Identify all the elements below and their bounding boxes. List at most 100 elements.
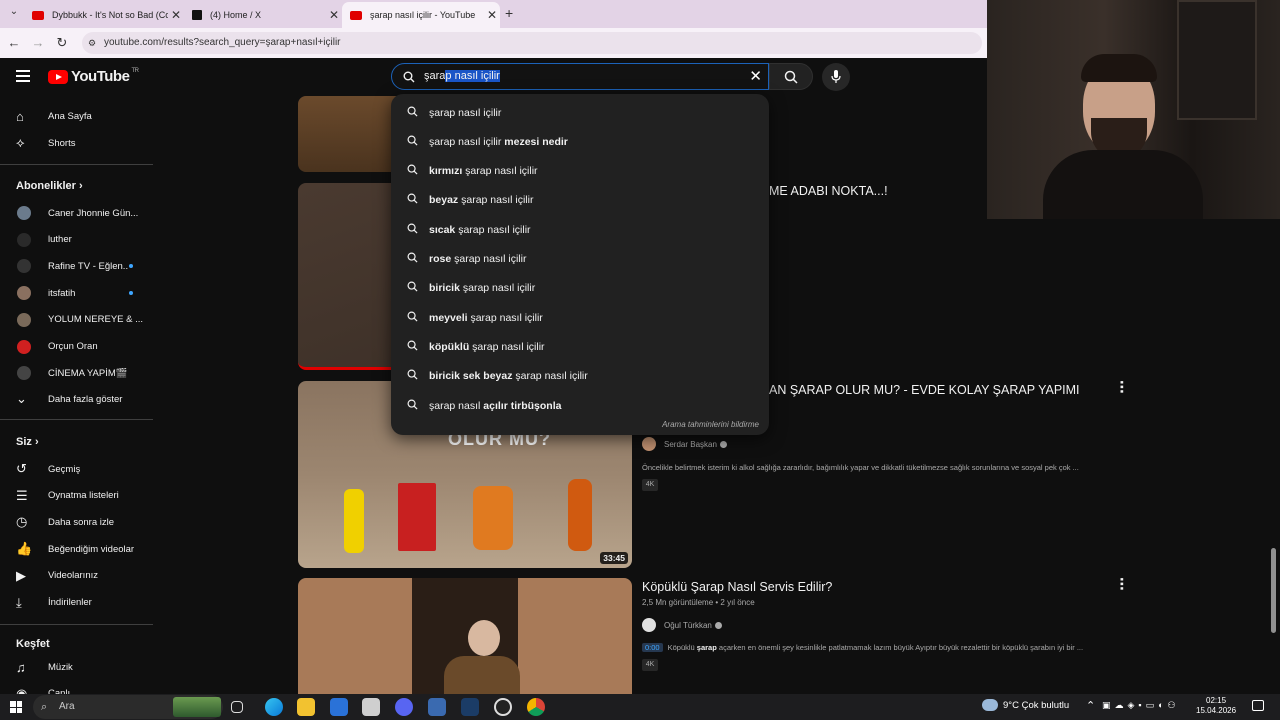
edge-browser-icon[interactable] <box>265 698 283 716</box>
tab-dybbukk[interactable]: Dybbukk - It's Not so Bad (Cov ✕ <box>24 2 184 28</box>
mail-icon[interactable] <box>330 698 348 716</box>
search-suggestion[interactable]: biricik sek beyaz şarap nasıl içilir <box>391 362 769 391</box>
sidebar-item-shorts[interactable]: ⟡ Shorts <box>0 130 155 156</box>
reload-icon[interactable]: ↻ <box>54 35 70 51</box>
channel-info[interactable]: Oğul Türkkan <box>642 618 722 632</box>
tab-youtube-search[interactable]: şarap nasıl içilir - YouTube ✕ <box>342 2 500 28</box>
search-suggestion[interactable]: şarap nasıl içilir <box>391 98 769 127</box>
desc-post: açarken en önemli şey kesinlikle patlatm… <box>716 643 1084 652</box>
tab-x-home[interactable]: (4) Home / X ✕ <box>184 2 342 28</box>
app-icon[interactable] <box>428 698 446 716</box>
sidebar-item-you[interactable]: ⤓ İndirilenler <box>0 590 155 616</box>
suggestion-suffix: açılır tirbüşonla <box>483 399 562 412</box>
search-suggestion[interactable]: şarap nasıl içilir mezesi nedir <box>391 127 769 156</box>
suggestion-prefix: biricik <box>429 282 460 295</box>
page-scrollbar[interactable] <box>1271 548 1276 633</box>
thumbnail-person <box>468 620 500 656</box>
clear-search-icon[interactable]: ✕ <box>749 67 762 85</box>
thumbnail-bottles <box>473 486 513 550</box>
shorts-icon: ⟡ <box>16 135 25 150</box>
search-suggestion[interactable]: meyveli şarap nasıl içilir <box>391 303 769 332</box>
tab-close-icon[interactable]: ✕ <box>168 8 184 22</box>
search-button[interactable] <box>769 63 813 90</box>
chrome-icon[interactable] <box>527 698 545 716</box>
sidebar-item-subscription[interactable]: luther <box>0 227 155 253</box>
search-suggestion[interactable]: köpüklü şarap nasıl içilir <box>391 332 769 361</box>
windows-start-icon[interactable] <box>10 701 22 713</box>
system-clock[interactable]: 02:15 15.04.2026 <box>1196 696 1236 716</box>
suggestion-prefix: biricik sek beyaz <box>429 370 513 383</box>
tab-list-chevron-icon[interactable]: ⌄ <box>6 6 22 17</box>
chevron-down-icon: ⌄ <box>16 391 27 406</box>
tab-close-icon[interactable]: ✕ <box>326 8 342 22</box>
show-more-button[interactable]: ⌄ Daha fazla göster <box>0 386 155 412</box>
sidebar-item-you[interactable]: 👍 Beğendiğim videolar <box>0 536 155 562</box>
suggestion-text: kırmızı şarap nasıl içilir <box>429 165 538 177</box>
sidebar-item-home[interactable]: ⌂ Ana Sayfa <box>0 103 155 129</box>
weather-widget[interactable]: 9°C Çok bulutlu <box>1003 700 1069 711</box>
discord-icon[interactable] <box>395 698 413 716</box>
search-icon <box>391 399 429 413</box>
tray-icons[interactable]: ▣☁◈▪▭◐⚇ <box>1102 700 1180 711</box>
voice-search-button[interactable] <box>822 63 850 91</box>
new-tab-button[interactable]: + <box>505 5 513 21</box>
sidebar-item-subscription[interactable]: CİNEMA YAPİM🎬 <box>0 360 155 386</box>
back-arrow-icon[interactable]: ← <box>6 35 22 50</box>
sidebar-item-subscription[interactable]: YOLUM NEREYE & ... <box>0 307 155 333</box>
file-explorer-icon[interactable] <box>297 698 315 716</box>
sidebar-item-you[interactable]: ☰ Oynatma listeleri <box>0 483 155 509</box>
you-header[interactable]: Siz › <box>16 436 39 448</box>
more-options-icon[interactable]: ⋯ <box>1114 577 1130 591</box>
report-predictions-link[interactable]: Arama tahminlerini bildirme <box>662 420 759 429</box>
sidebar-item-you[interactable]: ↺ Geçmiş <box>0 456 155 482</box>
suggestion-text: biricik sek beyaz şarap nasıl içilir <box>429 370 588 382</box>
video-thumbnail[interactable] <box>298 578 632 694</box>
taskbar-search[interactable]: ⌕ Ara <box>33 695 223 719</box>
sidebar-item-subscription[interactable]: Caner Jhonnie Gün... <box>0 200 155 226</box>
video-title[interactable]: AN ŞARAP OLUR MU? - EVDE KOLAY ŞARAP YAP… <box>769 383 1080 397</box>
task-view-icon[interactable] <box>231 701 243 713</box>
site-info-icon[interactable]: ⚙ <box>88 32 96 54</box>
tray-chevron-icon[interactable]: ⌃ <box>1086 699 1095 712</box>
sidebar-item-subscription[interactable]: itsfatih <box>0 280 155 306</box>
video-title[interactable]: ME ADABI NOKTA...! <box>769 184 888 198</box>
youtube-logo[interactable]: YouTube TR <box>48 68 139 85</box>
channel-info[interactable]: Serdar Başkan <box>642 437 727 451</box>
tab-close-icon[interactable]: ✕ <box>484 8 500 22</box>
search-highlight-icon <box>173 697 221 717</box>
search-suggestion[interactable]: sıcak şarap nasıl içilir <box>391 215 769 244</box>
webcam-window <box>1177 0 1257 120</box>
search-suggestion[interactable]: kırmızı şarap nasıl içilir <box>391 157 769 186</box>
sidebar-item-subscription[interactable]: Orçun Oran <box>0 334 155 360</box>
downloads-icon: ⤓ <box>16 594 22 610</box>
search-input[interactable]: şarap nasıl içilir ✕ <box>391 63 769 90</box>
suggestion-text: beyaz şarap nasıl içilir <box>429 194 533 206</box>
notes-icon[interactable] <box>362 698 380 716</box>
subscriptions-header[interactable]: Abonelikler › <box>16 180 83 192</box>
sidebar-item-explore[interactable]: ♫ Müzik <box>0 654 155 680</box>
search-suggestion[interactable]: beyaz şarap nasıl içilir <box>391 186 769 215</box>
verified-icon <box>714 621 722 629</box>
avatar <box>17 312 31 327</box>
search-suggestion[interactable]: biricik şarap nasıl içilir <box>391 274 769 303</box>
address-bar[interactable]: ⚙ youtube.com/results?search_query=şarap… <box>82 32 982 54</box>
obs-icon[interactable] <box>494 698 512 716</box>
new-content-dot <box>129 264 133 269</box>
suggestion-text: şarap nasıl açılır tirbüşonla <box>429 400 561 412</box>
more-options-icon[interactable]: ⋯ <box>1114 380 1130 394</box>
video-title[interactable]: Köpüklü Şarap Nasıl Servis Edilir? <box>642 580 832 594</box>
chapter-timestamp[interactable]: 0:00 <box>642 643 663 652</box>
search-suggestion[interactable]: rose şarap nasıl içilir <box>391 245 769 274</box>
suggestion-base: şarap nasıl içilir <box>512 370 588 383</box>
forward-arrow-icon[interactable]: → <box>30 35 46 50</box>
sidebar-item-subscription[interactable]: Rafine TV - Eğlen... <box>0 253 155 279</box>
search-suggestion[interactable]: şarap nasıl açılır tirbüşonla <box>391 391 769 420</box>
weather-cloud-icon <box>982 699 998 711</box>
subscription-name: YOLUM NEREYE & ... <box>48 314 144 326</box>
sidebar-item-you[interactable]: ▶ Videolarınız <box>0 563 155 589</box>
menu-hamburger-icon[interactable] <box>16 70 30 82</box>
sidebar-item-you[interactable]: ◷ Daha sonra izle <box>0 509 155 535</box>
verified-icon <box>719 440 727 448</box>
notifications-icon[interactable] <box>1252 700 1264 711</box>
steam-icon[interactable] <box>461 698 479 716</box>
